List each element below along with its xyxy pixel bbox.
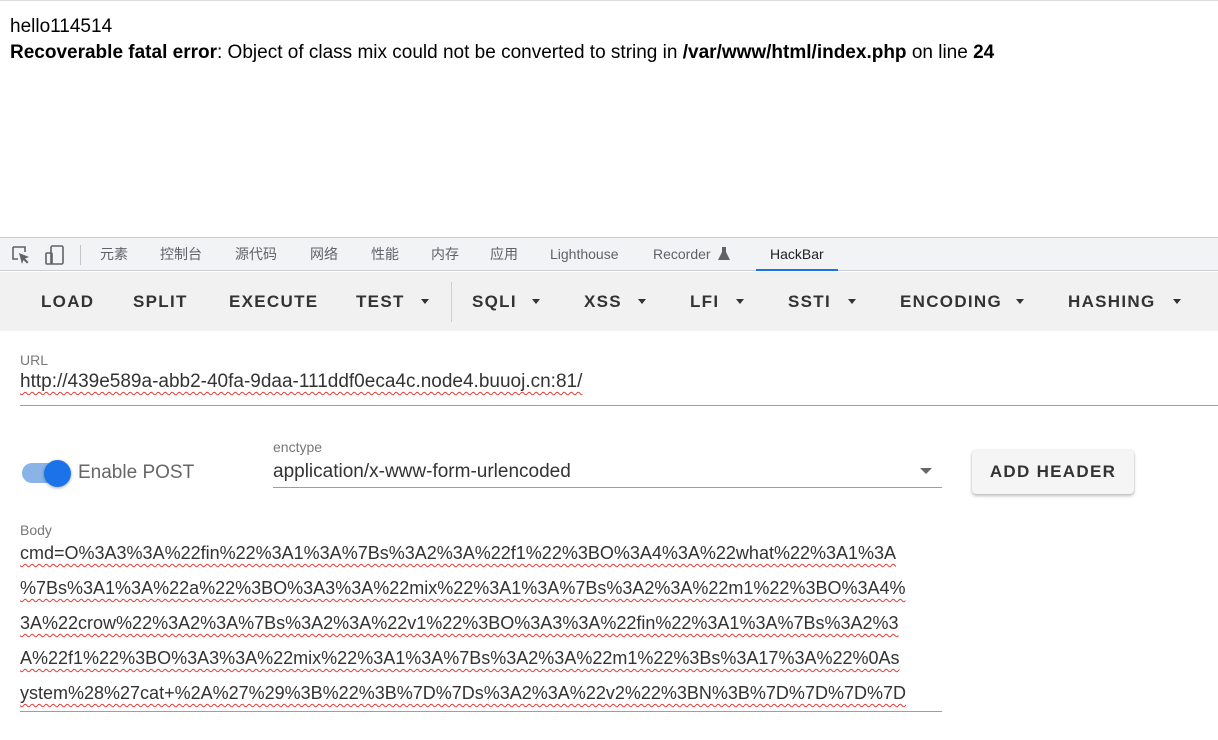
sqli-chevron-down-icon bbox=[532, 299, 540, 304]
page-output-text: hello114514 bbox=[10, 16, 113, 37]
flask-icon bbox=[717, 246, 731, 262]
enctype-select-underline bbox=[273, 487, 942, 488]
toolbar-divider bbox=[451, 282, 452, 322]
tab-performance[interactable]: 性能 bbox=[371, 238, 399, 270]
encoding-menu-button[interactable]: ENCODING bbox=[900, 292, 1002, 312]
sqli-menu-button[interactable]: SQLI bbox=[472, 292, 517, 312]
test-menu-button[interactable]: TEST bbox=[356, 292, 405, 312]
body-label: Body bbox=[20, 522, 52, 538]
enable-post-toggle-knob[interactable] bbox=[44, 460, 71, 487]
body-text-line: 3A%22crow%22%3A2%3A%7Bs%3A2%3A%22v1%22%3… bbox=[20, 613, 899, 633]
error-label: Recoverable fatal error bbox=[10, 42, 217, 63]
body-text-line: A%22f1%22%3BO%3A3%3A%22mix%22%3A1%3A%7Bs… bbox=[20, 648, 900, 668]
tab-network[interactable]: 网络 bbox=[310, 238, 338, 270]
lfi-chevron-down-icon bbox=[736, 299, 744, 304]
error-line-number: 24 bbox=[973, 42, 995, 63]
xss-menu-button[interactable]: XSS bbox=[584, 292, 622, 312]
load-button[interactable]: LOAD bbox=[41, 292, 94, 312]
tab-recorder[interactable]: Recorder bbox=[653, 238, 711, 270]
tab-application[interactable]: 应用 bbox=[490, 238, 518, 270]
url-input-underline bbox=[20, 405, 1218, 406]
test-chevron-down-icon bbox=[421, 299, 429, 304]
php-error-message: Recoverable fatal error: Object of class… bbox=[10, 42, 994, 64]
hashing-chevron-down-icon bbox=[1173, 299, 1181, 304]
enable-post-label: Enable POST bbox=[78, 462, 195, 483]
hackbar-toolbar: LOAD SPLIT EXECUTE TEST SQLI XSS LFI SST… bbox=[0, 272, 1218, 331]
devtools-tab-bar: 元素 控制台 源代码 网络 性能 内存 应用 Lighthouse Record… bbox=[0, 237, 1218, 271]
enctype-chevron-down-icon[interactable] bbox=[920, 468, 932, 474]
ssti-chevron-down-icon bbox=[848, 299, 856, 304]
hashing-menu-button[interactable]: HASHING bbox=[1068, 292, 1156, 312]
page-output: hello114514 Recoverable fatal error: Obj… bbox=[0, 0, 1218, 237]
tab-sources[interactable]: 源代码 bbox=[235, 238, 277, 270]
tab-console[interactable]: 控制台 bbox=[160, 238, 202, 270]
url-label: URL bbox=[20, 352, 49, 368]
body-text-line: cmd=O%3A3%3A%22fin%22%3A1%3A%7Bs%3A2%3A%… bbox=[20, 543, 897, 563]
body-textarea[interactable]: cmd=O%3A3%3A%22fin%22%3A1%3A%7Bs%3A2%3A%… bbox=[20, 537, 942, 712]
execute-button[interactable]: EXECUTE bbox=[229, 292, 318, 312]
encoding-chevron-down-icon bbox=[1016, 299, 1024, 304]
tab-bar-divider bbox=[80, 245, 81, 265]
tab-lighthouse[interactable]: Lighthouse bbox=[550, 238, 619, 270]
xss-chevron-down-icon bbox=[638, 299, 646, 304]
lfi-menu-button[interactable]: LFI bbox=[690, 292, 719, 312]
tab-memory[interactable]: 内存 bbox=[431, 238, 459, 270]
ssti-menu-button[interactable]: SSTI bbox=[788, 292, 831, 312]
error-message-text: : Object of class mix could not be conve… bbox=[217, 42, 683, 63]
device-toolbar-icon[interactable] bbox=[44, 244, 66, 266]
body-text-line: %7Bs%3A1%3A%22a%22%3BO%3A3%3A%22mix%22%3… bbox=[20, 578, 906, 598]
body-text-line: ystem%28%27cat+%2A%27%29%3B%22%3B%7D%7Ds… bbox=[20, 683, 906, 703]
split-button[interactable]: SPLIT bbox=[133, 292, 188, 312]
tab-elements[interactable]: 元素 bbox=[100, 238, 128, 270]
tab-hackbar[interactable]: HackBar bbox=[756, 238, 838, 271]
enctype-label: enctype bbox=[273, 439, 323, 455]
enctype-select[interactable]: application/x-www-form-urlencoded bbox=[273, 461, 571, 483]
error-on-line-text: on line bbox=[906, 42, 974, 63]
add-header-button[interactable]: ADD HEADER bbox=[972, 450, 1134, 494]
url-input[interactable]: http://439e589a-abb2-40fa-9daa-111ddf0ec… bbox=[20, 371, 582, 393]
body-textarea-underline bbox=[20, 711, 942, 712]
error-file-path: /var/www/html/index.php bbox=[682, 42, 907, 63]
inspect-element-icon[interactable] bbox=[10, 244, 32, 266]
